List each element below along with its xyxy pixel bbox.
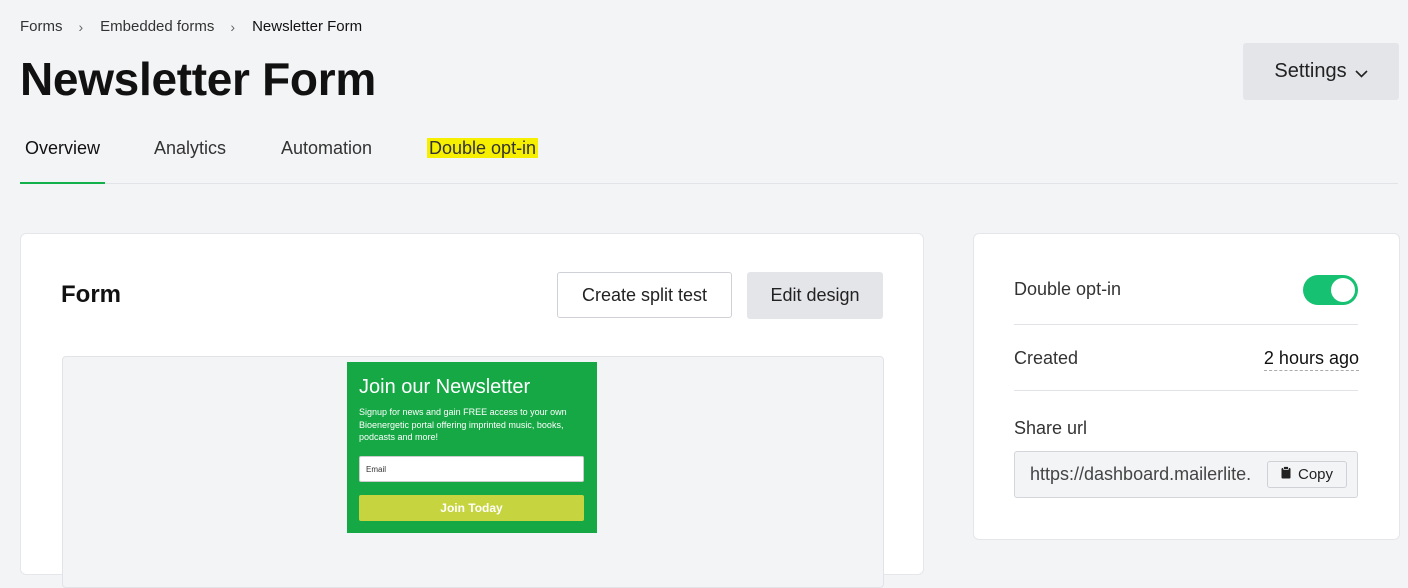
newsletter-email-input[interactable] <box>359 456 584 482</box>
join-today-button[interactable]: Join Today <box>359 495 584 521</box>
tab-automation-label: Automation <box>281 138 373 158</box>
settings-button[interactable]: Settings <box>1243 43 1399 100</box>
toggle-knob <box>1331 278 1355 302</box>
chevron-right-icon: › <box>230 18 236 35</box>
share-url-field: Copy <box>1014 451 1358 498</box>
created-value: 2 hours ago <box>1263 348 1359 371</box>
copy-label: Copy <box>1297 466 1334 483</box>
settings-label: Settings <box>1274 60 1347 82</box>
page-title: Newsletter Form <box>20 53 376 105</box>
chevron-down-icon <box>1355 65 1368 81</box>
breadcrumb-forms[interactable]: Forms <box>20 18 63 35</box>
edit-design-button[interactable]: Edit design <box>747 272 883 319</box>
divider <box>1014 324 1358 325</box>
breadcrumb-current: Newsletter Form <box>252 18 363 35</box>
tab-analytics[interactable]: Analytics <box>154 138 226 182</box>
create-split-test-button[interactable]: Create split test <box>557 272 732 318</box>
tab-bar: Overview Analytics Automation Double opt… <box>20 130 1398 184</box>
newsletter-form-preview: Join our Newsletter Signup for news and … <box>347 362 597 533</box>
tab-double-opt-in-label: Double opt-in <box>427 138 539 158</box>
tab-overview-label: Overview <box>25 138 101 158</box>
form-card-title: Form <box>61 281 121 308</box>
tab-automation[interactable]: Automation <box>281 138 372 182</box>
tab-analytics-label: Analytics <box>154 138 227 158</box>
form-info-card: Double opt-in Created 2 hours ago Share … <box>973 233 1400 540</box>
form-card: Form Create split test Edit design Join … <box>20 233 924 588</box>
double-opt-in-toggle[interactable] <box>1303 275 1358 305</box>
form-preview-area: Join our Newsletter Signup for news and … <box>62 356 884 588</box>
copy-button[interactable]: Copy <box>1267 461 1347 488</box>
share-url-input[interactable] <box>1015 452 1280 497</box>
chevron-right-icon: › <box>78 18 84 35</box>
share-url-label: Share url <box>1014 418 1088 438</box>
tab-double-opt-in[interactable]: Double opt-in <box>427 138 539 182</box>
newsletter-heading: Join our Newsletter <box>359 376 531 398</box>
breadcrumb-embedded-forms[interactable]: Embedded forms <box>100 18 214 35</box>
newsletter-description: Signup for news and gain FREE access to … <box>359 407 567 442</box>
tab-overview[interactable]: Overview <box>20 138 106 184</box>
breadcrumb: Forms › Embedded forms › Newsletter Form <box>20 18 362 35</box>
divider <box>1014 390 1358 391</box>
clipboard-icon <box>1281 466 1298 483</box>
